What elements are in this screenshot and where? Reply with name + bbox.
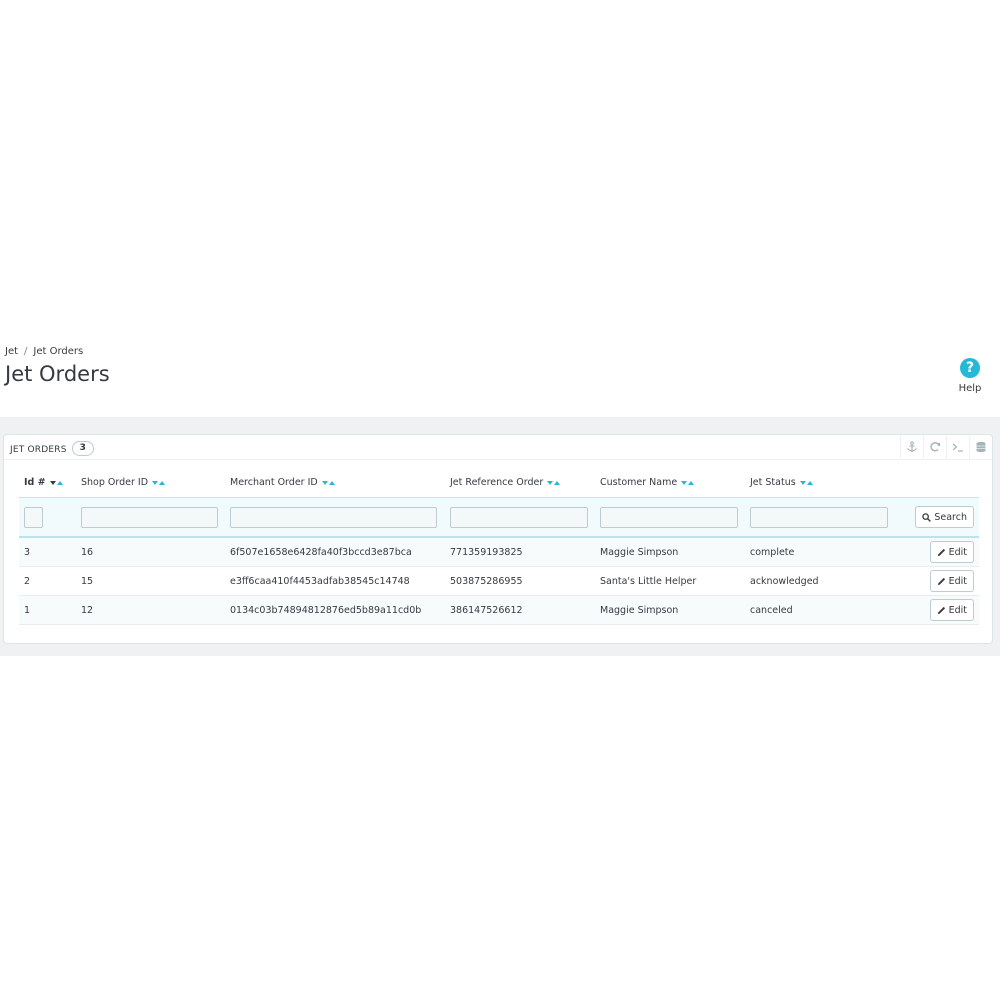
sort-controls: [799, 477, 813, 488]
column-label: Shop Order ID: [81, 476, 149, 488]
export-button[interactable]: [969, 435, 992, 459]
anchor-icon: [907, 441, 917, 452]
panel-title-text: Jet Orders: [10, 445, 67, 455]
cell-jet-status: complete: [745, 537, 895, 567]
filter-row: Search: [19, 497, 979, 538]
cell-customer-name: Maggie Simpson: [595, 537, 745, 567]
cell-jet-reference-order: 771359193825: [445, 537, 595, 567]
cell-customer-name: Maggie Simpson: [595, 595, 745, 625]
page-title: Jet Orders: [5, 362, 110, 386]
edit-button[interactable]: Edit: [929, 570, 974, 592]
sort-controls: [546, 477, 561, 488]
filter-jet-status-input[interactable]: [750, 506, 888, 528]
column-header-merchant-order-id: Merchant Order ID: [225, 467, 445, 498]
cell-id: 2: [19, 566, 76, 596]
table-row[interactable]: 3 16 6f507e1658e6428fa40f3bccd3e87bca 77…: [19, 537, 979, 567]
column-header-jet-status: Jet Status: [745, 467, 895, 498]
table-row[interactable]: 1 12 0134c03b74894812876ed5b89a11cd0b 38…: [19, 595, 979, 625]
cell-jet-status: canceled: [745, 595, 895, 625]
sort-desc-icon[interactable]: [152, 480, 159, 485]
column-label: Merchant Order ID: [230, 476, 318, 488]
sort-controls: [321, 477, 335, 488]
column-header-jet-reference-order: Jet Reference Order: [445, 467, 595, 498]
filter-customer-name-input[interactable]: [600, 506, 738, 528]
column-label: Jet Reference Order: [450, 476, 544, 488]
column-header-customer-name: Customer Name: [595, 467, 745, 498]
refresh-icon: [930, 442, 940, 452]
sort-controls: [49, 477, 63, 488]
sort-asc-icon[interactable]: [688, 480, 695, 485]
sort-desc-icon[interactable]: [547, 480, 554, 485]
page-header: Jet / Jet Orders Jet Orders ? Help: [0, 340, 1000, 417]
table-header-row: Id # Shop Order ID Merchant Order ID Jet…: [19, 467, 979, 498]
breadcrumb-current: Jet Orders: [33, 346, 84, 357]
column-header-actions: [895, 467, 979, 498]
breadcrumb: Jet / Jet Orders: [5, 346, 83, 357]
column-header-id: Id #: [19, 467, 76, 498]
edit-button-label: Edit: [948, 604, 967, 616]
sort-desc-icon[interactable]: [49, 480, 56, 485]
pencil-icon: [937, 548, 945, 556]
cell-shop-order-id: 12: [76, 595, 225, 625]
cell-merchant-order-id: 0134c03b74894812876ed5b89a11cd0b: [225, 595, 445, 625]
breadcrumb-parent[interactable]: Jet: [5, 346, 18, 357]
sort-desc-icon[interactable]: [799, 480, 806, 485]
sort-asc-icon[interactable]: [159, 480, 166, 485]
cell-jet-reference-order: 503875286955: [445, 566, 595, 596]
breadcrumb-separator: /: [24, 346, 28, 357]
sort-desc-icon[interactable]: [321, 480, 328, 485]
terminal-icon: [952, 443, 963, 452]
edit-button-label: Edit: [948, 575, 967, 587]
column-label: Jet Status: [750, 476, 796, 488]
refresh-button[interactable]: [923, 435, 946, 459]
cell-merchant-order-id: e3ff6caa410f4453adfab38545c14748: [225, 566, 445, 596]
cell-shop-order-id: 16: [76, 537, 225, 567]
sort-controls: [151, 477, 166, 488]
cell-merchant-order-id: 6f507e1658e6428fa40f3bccd3e87bca: [225, 537, 445, 567]
pencil-icon: [937, 577, 945, 585]
sort-controls: [680, 477, 695, 488]
orders-panel: Jet Orders 3: [3, 434, 993, 644]
filter-merchant-order-id-input[interactable]: [230, 506, 437, 528]
cell-shop-order-id: 15: [76, 566, 225, 596]
search-button-label: Search: [934, 511, 967, 523]
cell-id: 1: [19, 595, 76, 625]
sort-asc-icon[interactable]: [328, 480, 335, 485]
cell-jet-status: acknowledged: [745, 566, 895, 596]
column-header-shop-order-id: Shop Order ID: [76, 467, 225, 498]
search-icon: [922, 512, 932, 522]
help-button[interactable]: ? Help: [950, 358, 990, 394]
edit-button[interactable]: Edit: [929, 541, 974, 563]
orders-table: Id # Shop Order ID Merchant Order ID Jet…: [19, 467, 979, 625]
sort-asc-icon[interactable]: [806, 480, 813, 485]
sql-query-button[interactable]: [946, 435, 969, 459]
database-icon: [976, 441, 986, 453]
anchor-button[interactable]: [900, 435, 923, 459]
help-label: Help: [958, 383, 982, 394]
filter-id-input[interactable]: [24, 506, 43, 528]
sort-asc-icon[interactable]: [554, 480, 561, 485]
page: Jet / Jet Orders Jet Orders ? Help Jet Ord…: [0, 0, 1000, 1000]
sort-desc-icon[interactable]: [681, 480, 688, 485]
panel-title: Jet Orders 3: [10, 441, 95, 457]
search-button[interactable]: Search: [915, 506, 974, 528]
panel-heading: Jet Orders 3: [4, 435, 992, 460]
content-area: Jet Orders 3: [0, 417, 1000, 656]
table-row[interactable]: 2 15 e3ff6caa410f4453adfab38545c14748 50…: [19, 566, 979, 596]
cell-jet-reference-order: 386147526612: [445, 595, 595, 625]
column-label: Customer Name: [600, 476, 678, 488]
edit-button[interactable]: Edit: [929, 599, 974, 621]
filter-jet-reference-order-input[interactable]: [450, 506, 588, 528]
help-icon: ?: [960, 358, 980, 378]
cell-customer-name: Santa's Little Helper: [595, 566, 745, 596]
panel-toolbar: [900, 435, 992, 459]
cell-id: 3: [19, 537, 76, 567]
pencil-icon: [937, 606, 945, 614]
sort-asc-icon[interactable]: [56, 480, 63, 485]
column-label: Id #: [24, 476, 46, 488]
edit-button-label: Edit: [948, 546, 967, 558]
order-count-badge: 3: [71, 441, 95, 456]
filter-shop-order-id-input[interactable]: [81, 506, 218, 528]
